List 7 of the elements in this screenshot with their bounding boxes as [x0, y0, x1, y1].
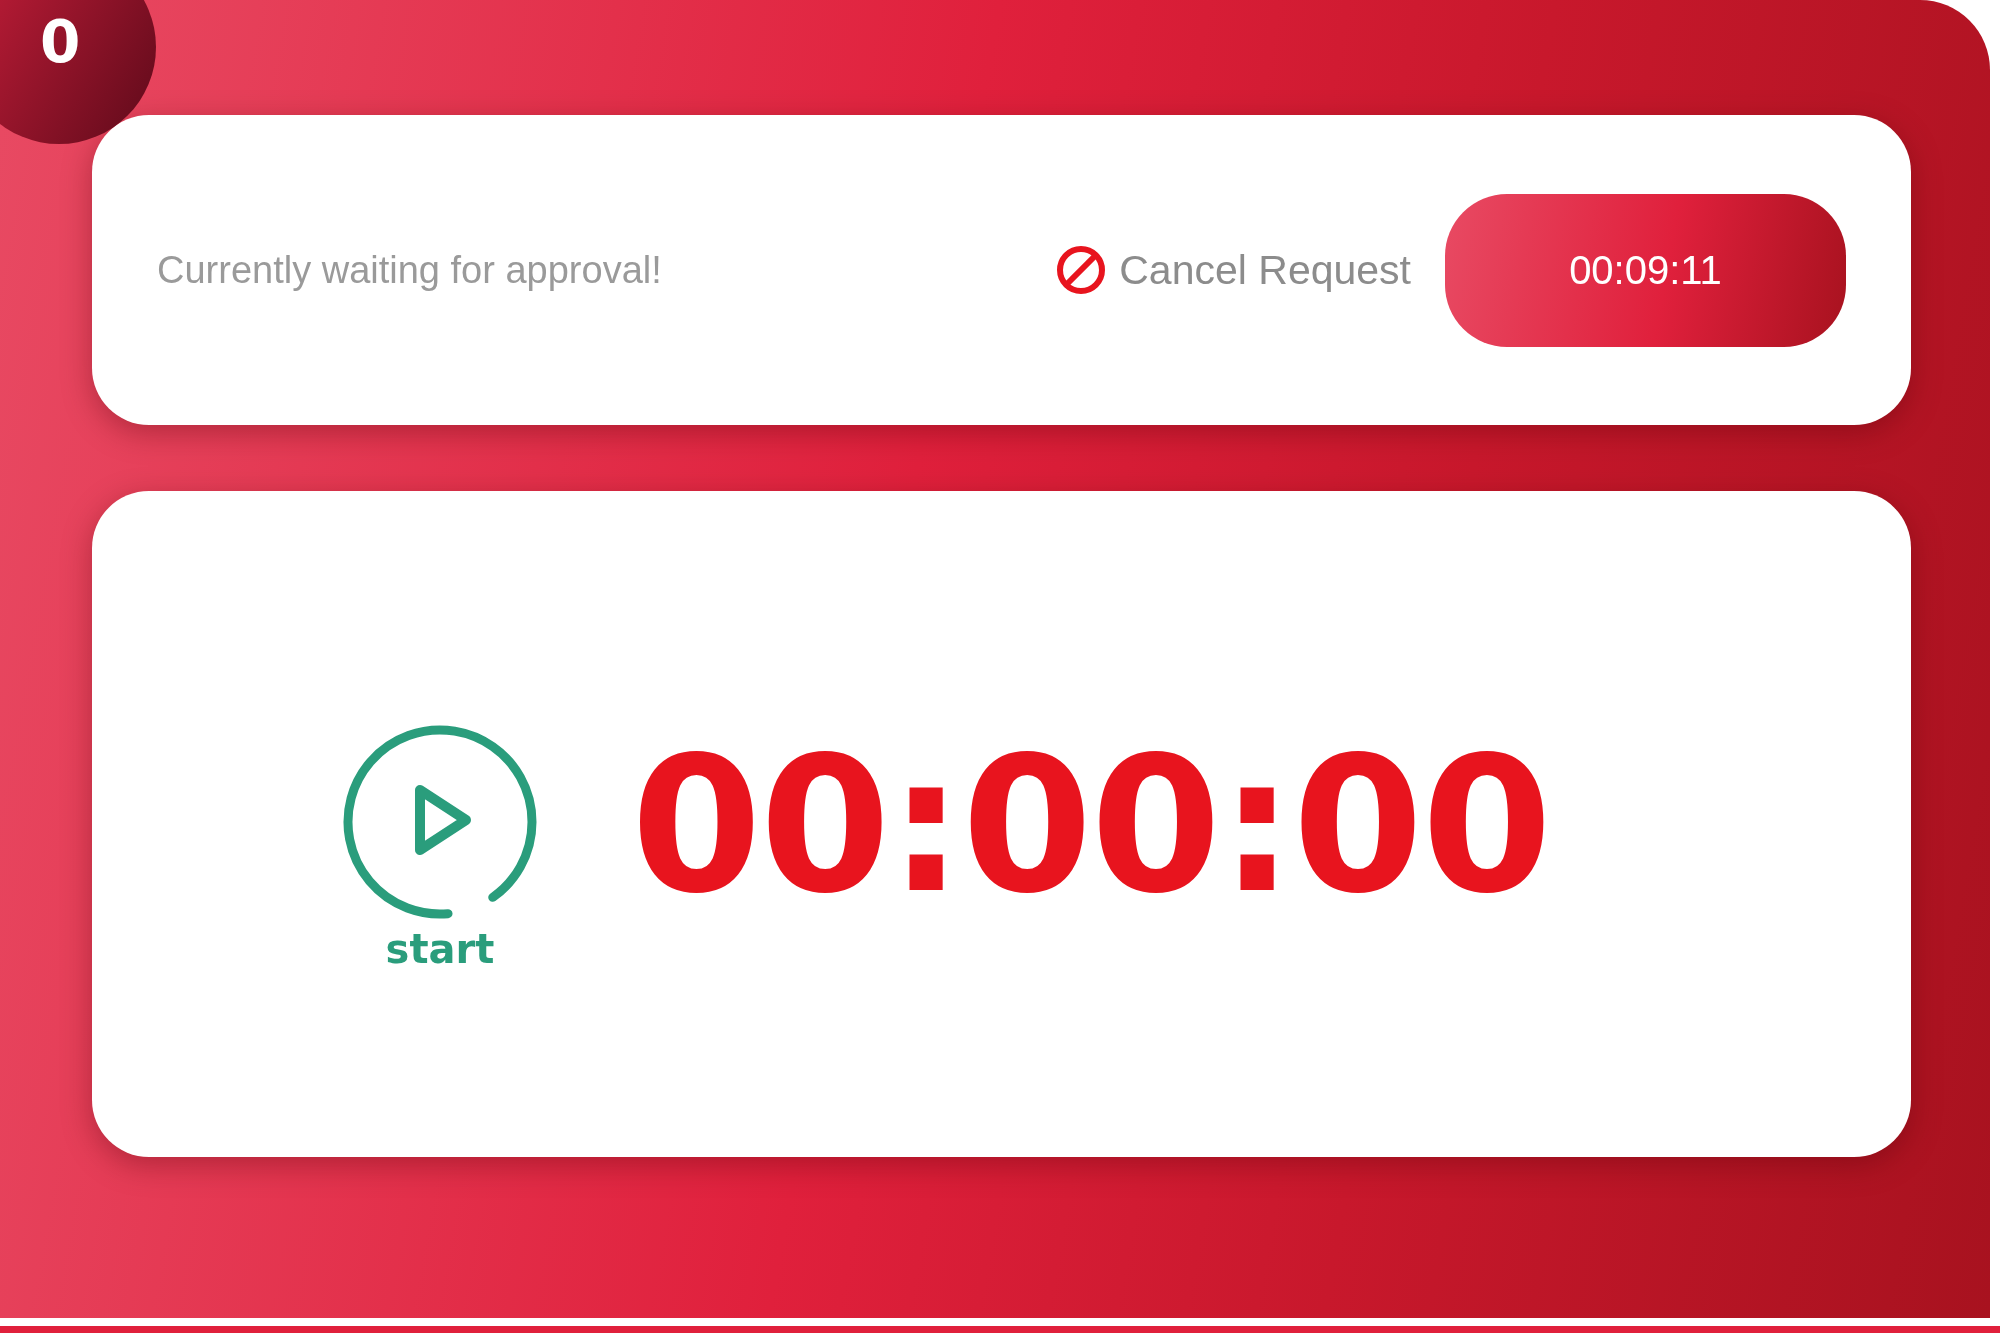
status-message: Currently waiting for approval! [157, 248, 663, 293]
start-label: start [385, 926, 495, 972]
count-badge: 0 [0, 0, 156, 144]
cancel-request-button[interactable]: Cancel Request [1055, 244, 1411, 296]
elapsed-timer: 00:09:11 [1445, 193, 1846, 347]
stopwatch-time: 00:00:00 [631, 714, 1551, 934]
prohibited-icon [1055, 244, 1108, 296]
